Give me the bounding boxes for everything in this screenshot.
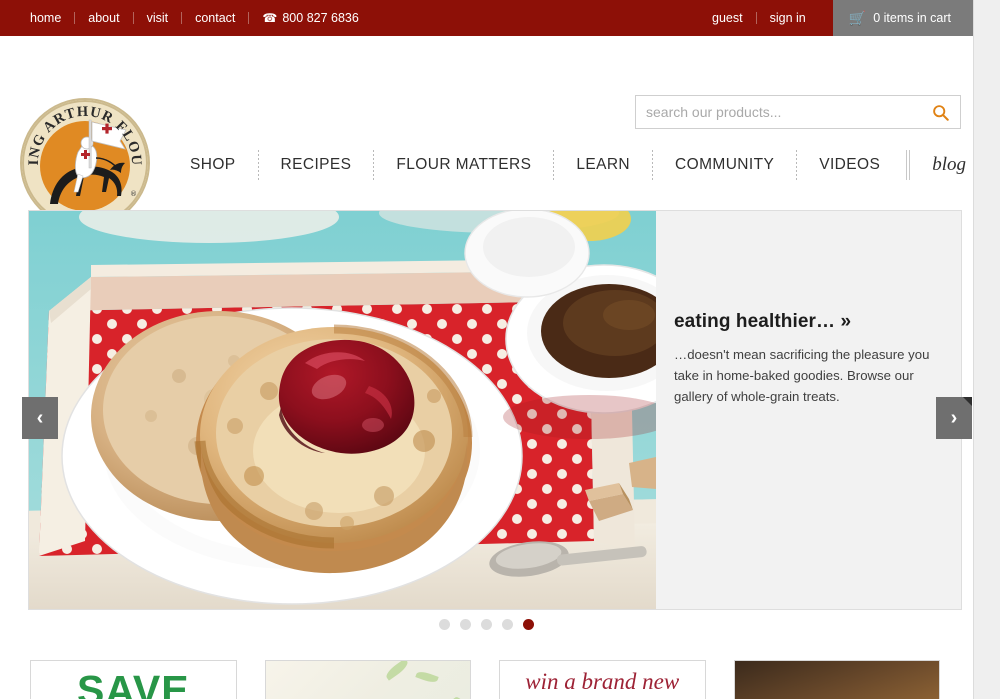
- promo-tiles: SAVE stock your PANTRY win a brand new K…: [30, 660, 940, 699]
- search-button[interactable]: [920, 96, 960, 128]
- hero-carousel: eating healthier… » …doesn't mean sacrif…: [28, 210, 962, 610]
- site-header: ® KING ARTHUR FLOUR SHOP RECIPES: [0, 36, 973, 228]
- top-nav-visit[interactable]: visit: [134, 0, 182, 36]
- top-nav-separator: [181, 12, 183, 24]
- promo-win-line1: win a brand new: [525, 669, 680, 694]
- search-icon: [932, 104, 949, 121]
- carousel-dot-5[interactable]: [523, 619, 534, 630]
- carousel-dot-1[interactable]: [439, 619, 450, 630]
- nav-recipes[interactable]: RECIPES: [259, 144, 374, 186]
- carousel-prev-button[interactable]: ‹: [22, 397, 58, 439]
- nav-flour-matters[interactable]: FLOUR MATTERS: [374, 144, 553, 186]
- top-nav-about[interactable]: about: [75, 0, 132, 36]
- shopping-cart-icon: 🛒: [848, 10, 867, 26]
- carousel-dot-2[interactable]: [460, 619, 471, 630]
- nav-learn[interactable]: LEARN: [554, 144, 652, 186]
- top-nav-home[interactable]: home: [30, 0, 74, 36]
- search-input[interactable]: [636, 104, 920, 120]
- top-utility-bar: home about visit contact ☎ 800 827 6836 …: [0, 0, 973, 36]
- nav-community[interactable]: COMMUNITY: [653, 144, 796, 186]
- top-nav-separator: [248, 12, 250, 24]
- king-arthur-flour-logo[interactable]: ® KING ARTHUR FLOUR: [20, 98, 150, 228]
- sign-in-link[interactable]: sign in: [757, 0, 819, 36]
- carousel-dot-4[interactable]: [502, 619, 513, 630]
- top-nav-separator: [132, 12, 134, 24]
- hero-description: …doesn't mean sacrificing the pleasure y…: [674, 347, 930, 404]
- promo-save[interactable]: SAVE: [30, 660, 237, 699]
- top-nav-separator: [74, 12, 76, 24]
- account-separator: [755, 12, 757, 24]
- top-utility-account-area: guest sign in 🛒 0 items in cart: [712, 0, 973, 36]
- promo-save-label: SAVE: [76, 667, 190, 699]
- phone-number-text: 800 827 6836: [282, 11, 359, 25]
- page-container: home about visit contact ☎ 800 827 6836 …: [0, 0, 974, 699]
- phone-icon: ☎: [262, 11, 278, 25]
- leaf-decoration: [383, 661, 410, 681]
- phone-number[interactable]: ☎ 800 827 6836: [249, 11, 358, 25]
- nav-videos[interactable]: VIDEOS: [797, 144, 902, 186]
- guest-link[interactable]: guest: [712, 0, 756, 36]
- carousel-dot-3[interactable]: [481, 619, 492, 630]
- carousel-pagination: [0, 619, 973, 630]
- promo-stock-your-pantry[interactable]: stock your PANTRY: [264, 660, 471, 699]
- cart-button[interactable]: 🛒 0 items in cart: [832, 0, 973, 36]
- search-bar[interactable]: [635, 95, 961, 129]
- carousel-next-button[interactable]: ›: [936, 397, 972, 439]
- cart-label: 0 items in cart: [873, 11, 951, 25]
- top-utility-links: home about visit contact ☎ 800 827 6836: [30, 0, 359, 36]
- hero-slide-image[interactable]: [29, 211, 656, 609]
- account-links: guest sign in: [712, 0, 833, 36]
- hero-title[interactable]: eating healthier… »: [674, 311, 931, 333]
- chevron-right-icon: ›: [950, 406, 958, 429]
- chevron-left-icon: ‹: [36, 406, 44, 429]
- nav-shop[interactable]: SHOP: [168, 144, 258, 186]
- leaf-decoration: [414, 669, 439, 685]
- hero-text-panel: eating healthier… » …doesn't mean sacrif…: [656, 211, 961, 609]
- leaf-decoration: [452, 695, 469, 699]
- main-navigation: SHOP RECIPES FLOUR MATTERS LEARN COMMUNI…: [168, 144, 973, 186]
- promo-for-professionals[interactable]: for PROFESSIONALS: [733, 660, 940, 699]
- nav-blog[interactable]: blog: [914, 144, 973, 186]
- top-nav-contact[interactable]: contact: [182, 0, 248, 36]
- corner-fold-decoration: [963, 397, 972, 406]
- nav-divider-double: [906, 150, 911, 180]
- promo-win-a-mixer[interactable]: win a brand new KITCHENAID MIXER: [499, 660, 706, 699]
